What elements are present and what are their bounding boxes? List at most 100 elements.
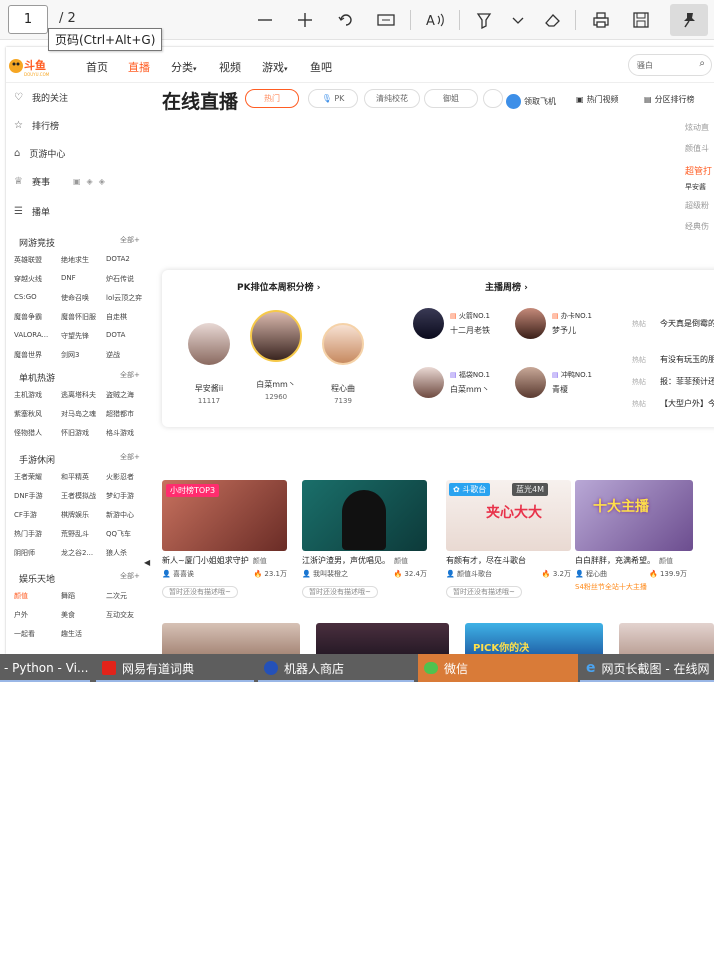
right-list-item[interactable]: 炫动直 — [685, 122, 709, 133]
category-item[interactable]: 超猎都市 — [106, 409, 146, 419]
highlight-icon[interactable] — [472, 8, 496, 32]
category-item[interactable]: 主机游戏 — [14, 390, 61, 400]
tag-more[interactable] — [483, 89, 503, 108]
category-item[interactable]: 自走棋 — [106, 312, 146, 322]
category-item[interactable]: 怪物猎人 — [14, 428, 61, 438]
tag-pk[interactable]: 🎙 PK — [308, 89, 358, 108]
right-list-item[interactable]: 早安酱 — [685, 182, 706, 192]
avatar[interactable] — [322, 323, 364, 365]
weekly-host[interactable]: ▤ 冲鸭NO.1 青榎 — [552, 370, 592, 400]
weekly-title[interactable]: 主播周榜 › — [485, 280, 528, 293]
category-item[interactable]: DOTA2 — [106, 255, 146, 265]
category-item[interactable]: 穿越火线 — [14, 274, 61, 284]
avatar[interactable] — [515, 367, 546, 398]
tag-campus[interactable]: 清纯校花 — [364, 89, 420, 108]
sidebar-item-webgame[interactable]: ⌂ 页游中心 — [14, 147, 65, 160]
chevron-down-icon[interactable] — [506, 8, 530, 32]
taskbar-item-youdao[interactable]: 网易有道词典 — [96, 654, 254, 682]
douyu-logo[interactable]: 斗鱼 DOUYU.COM — [8, 55, 52, 77]
weekly-host[interactable]: ▤ 火箭NO.1 十二月老铁 — [450, 311, 490, 341]
live-card[interactable]: 江浙沪渣男，声优唱见。 颜值 👤 我叫裴橙之 🔥 32.4万 暂时还没有描述哦~ — [302, 480, 427, 598]
category-item[interactable]: 棋牌娱乐 — [61, 510, 106, 520]
category-item[interactable]: 炉石传说 — [106, 274, 146, 284]
category-item[interactable]: 荒野乱斗 — [61, 529, 106, 539]
print-icon[interactable] — [589, 8, 613, 32]
live-thumbnail[interactable] — [302, 480, 427, 551]
category-item[interactable]: 美食 — [61, 610, 106, 620]
category-item[interactable]: 颜值 — [14, 591, 61, 601]
category-item[interactable]: QQ飞车 — [106, 529, 146, 539]
save-icon[interactable] — [629, 8, 653, 32]
weekly-host[interactable]: ▤ 办卡NO.1 梦予儿 — [552, 311, 592, 341]
live-thumbnail[interactable]: ✿ 斗歌台 蓝光4M 夹心大大 — [446, 480, 571, 551]
category-item[interactable]: 怀旧游戏 — [61, 428, 106, 438]
page-number-input[interactable]: 1 — [8, 5, 48, 34]
category-item[interactable]: 使命召唤 — [61, 293, 106, 303]
rotate-icon[interactable] — [334, 8, 358, 32]
sidebar-item-ranking[interactable]: ☆ 排行榜 — [14, 119, 59, 132]
category-item[interactable]: 阴阳师 — [14, 548, 61, 558]
section-all-link[interactable]: 全部+ — [120, 571, 140, 581]
live-thumbnail[interactable] — [619, 623, 714, 654]
read-aloud-icon[interactable]: A — [423, 8, 447, 32]
category-item[interactable]: 英雄联盟 — [14, 255, 61, 265]
category-item[interactable]: 逆战 — [106, 350, 146, 360]
hot-post[interactable]: 热帖 今天真是倒霉的 — [632, 318, 714, 329]
tag-yujie[interactable]: 御姐 — [424, 89, 478, 108]
right-list-item[interactable]: 颜值斗 — [685, 143, 709, 154]
avatar[interactable] — [413, 308, 444, 339]
pk-title[interactable]: PK排位本周积分榜 › — [237, 280, 320, 293]
avatar[interactable] — [250, 310, 302, 362]
category-item[interactable]: 格斗游戏 — [106, 428, 146, 438]
category-item[interactable]: 一起看 — [14, 629, 61, 639]
live-card[interactable]: ✿ 斗歌台 蓝光4M 夹心大大 有颜有才，尽在斗歌台 👤 颜值斗歌台 🔥 3.2万… — [446, 480, 571, 598]
category-item[interactable]: 火影忍者 — [106, 472, 146, 482]
category-item[interactable]: CS:GO — [14, 293, 61, 303]
category-item[interactable]: 互动交友 — [106, 610, 146, 620]
category-item[interactable]: CF手游 — [14, 510, 61, 520]
avatar[interactable] — [515, 308, 546, 339]
category-item[interactable]: 趣生活 — [61, 629, 106, 639]
nav-home[interactable]: 首页 — [86, 59, 108, 75]
category-item[interactable]: 守望先锋 — [61, 331, 106, 341]
category-item[interactable]: 王者模拟战 — [61, 491, 106, 501]
category-item[interactable]: DNF — [61, 274, 106, 284]
live-thumbnail[interactable]: 十大主播 — [575, 480, 693, 551]
nav-live[interactable]: 直播 — [128, 59, 150, 75]
taskbar-item-ie[interactable]: e 网页长截图 - 在线网 — [580, 654, 714, 682]
right-list-item[interactable]: 经典伤 — [685, 221, 709, 232]
search-input[interactable]: 骚白 ⌕ — [628, 54, 712, 76]
category-item[interactable]: 逃离塔科夫 — [61, 390, 106, 400]
zoom-in-icon[interactable] — [293, 8, 317, 32]
nav-game[interactable]: 游戏▾ — [262, 59, 288, 75]
live-card[interactable]: 小时榜TOP3 新人~厦门小姐姐求守护 颜值 👤 喜喜诶 🔥 23.1万 暂时还没有… — [162, 480, 287, 598]
live-card[interactable]: 十大主播 白白胖胖，充满希望。 颜值 👤 程心曲 🔥 139.9万 S4粉丝节全站十… — [575, 480, 705, 592]
taskbar-item-robot-store[interactable]: 机器人商店 — [258, 654, 414, 682]
category-item[interactable]: 二次元 — [106, 591, 146, 601]
category-item[interactable]: 龙之谷2... — [61, 548, 106, 558]
category-item[interactable]: 对马岛之魂 — [61, 409, 106, 419]
pin-icon[interactable] — [670, 4, 708, 36]
live-thumbnail[interactable]: PICK你的决 — [465, 623, 603, 654]
category-item[interactable]: 和平精英 — [61, 472, 106, 482]
nav-video[interactable]: 视频 — [219, 59, 241, 75]
category-item[interactable]: 魔兽怀旧服 — [61, 312, 106, 322]
hot-post[interactable]: 热帖 报：菲菲预计还 — [632, 376, 714, 387]
category-item[interactable]: DNF手游 — [14, 491, 61, 501]
category-item[interactable]: 盗贼之海 — [106, 390, 146, 400]
link-plane[interactable]: 领取飞机 — [506, 94, 556, 109]
category-item[interactable]: 魔兽争霸 — [14, 312, 61, 322]
category-item[interactable]: 新游中心 — [106, 510, 146, 520]
category-item[interactable]: 户外 — [14, 610, 61, 620]
taskbar-item-wechat[interactable]: 微信 — [418, 654, 578, 682]
live-thumbnail[interactable] — [162, 623, 300, 654]
link-hot-video[interactable]: ▣ 热门视频 — [576, 94, 619, 105]
weekly-host[interactable]: ▤ 福袋NO.1 白菜mm丶 — [450, 370, 490, 400]
sidebar-item-playlist[interactable]: ☰ 播单 — [14, 205, 50, 218]
zoom-out-icon[interactable] — [253, 8, 277, 32]
category-item[interactable]: DOTA — [106, 331, 146, 341]
link-zone-rank[interactable]: ▤ 分区排行榜 — [644, 94, 695, 105]
category-item[interactable]: 紫塞秋风 — [14, 409, 61, 419]
category-item[interactable]: 梦幻手游 — [106, 491, 146, 501]
right-list-item[interactable]: 超管打 — [685, 164, 712, 177]
